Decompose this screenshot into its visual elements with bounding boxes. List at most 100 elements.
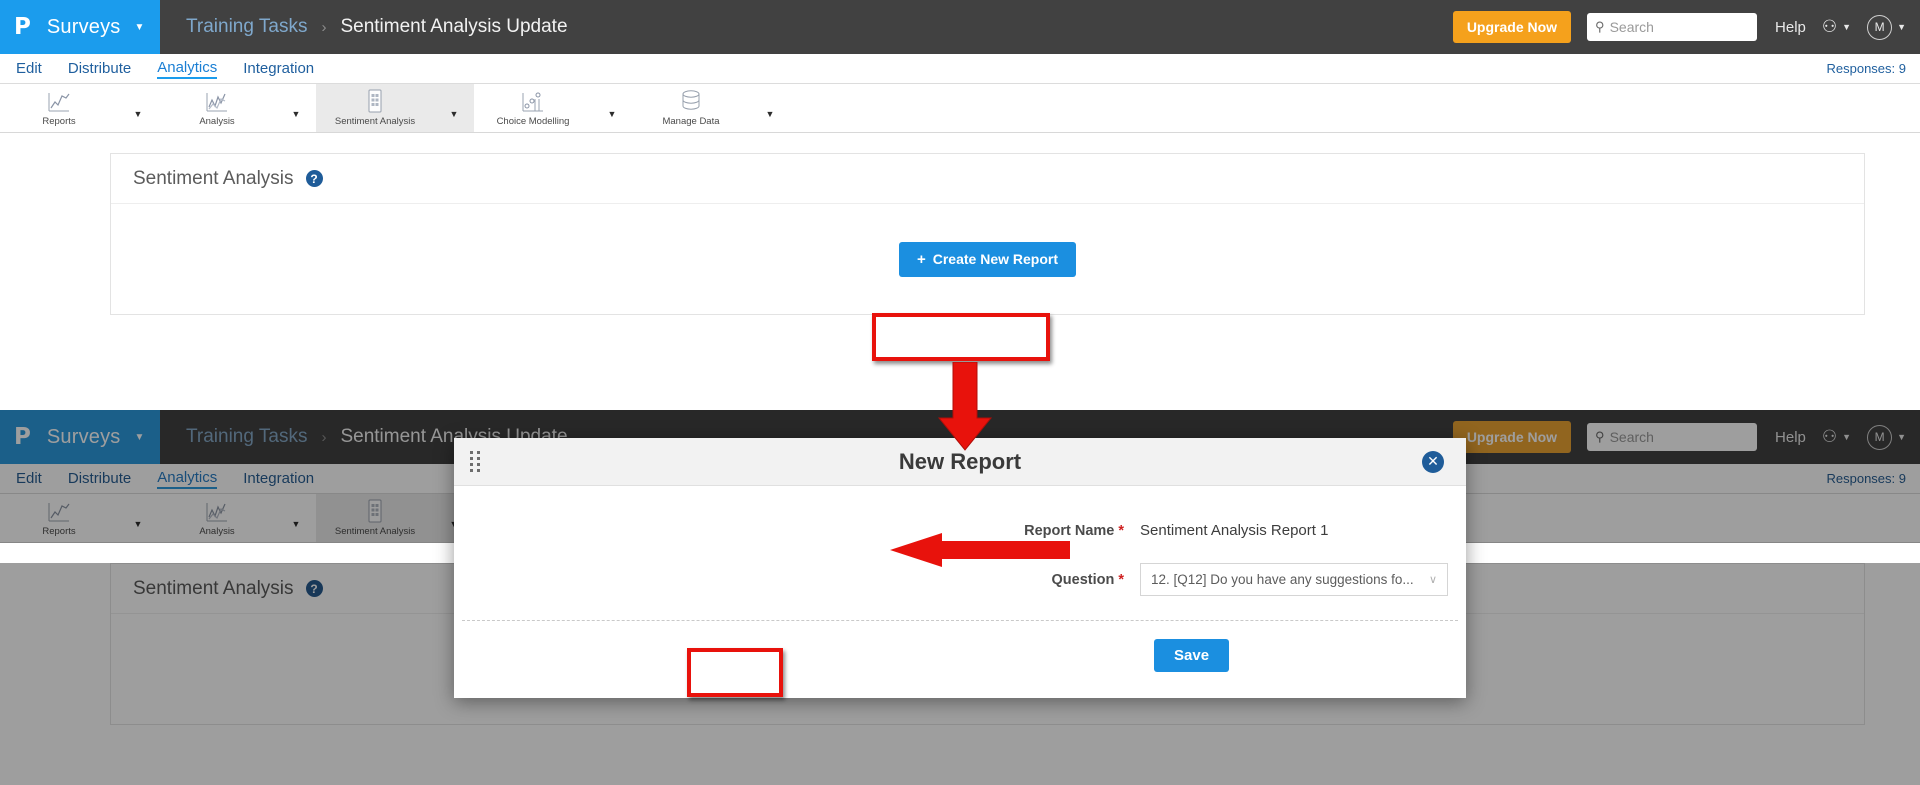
product-name-label-2: Surveys (47, 426, 121, 449)
question-select-value: 12. [Q12] Do you have any suggestions fo… (1151, 572, 1414, 587)
ribbon-label-reports: Reports (42, 116, 75, 127)
ribbon-item-sentiment-analysis[interactable]: Sentiment Analysis (316, 84, 434, 132)
responses-count-label: Responses: 9 (1827, 61, 1907, 76)
dialog-title: New Report (454, 449, 1466, 475)
flow-arrow-down (935, 362, 995, 452)
report-name-arrow (890, 533, 1070, 569)
search-input-2[interactable]: ⚲ Search (1587, 423, 1757, 451)
search-input[interactable]: ⚲ Search (1587, 13, 1757, 41)
line-chart-icon-2 (47, 499, 71, 523)
avatar-2[interactable]: M (1867, 425, 1892, 450)
panel-empty-state: + Create New Report (111, 204, 1864, 314)
ribbon-label-manage-data: Manage Data (662, 116, 719, 127)
chevron-down-icon-select: ∨ (1429, 573, 1437, 586)
breadcrumb-current-label: Sentiment Analysis Update (340, 16, 567, 38)
search-icon: ⚲ (1595, 19, 1605, 35)
sentiment-analysis-panel: Sentiment Analysis ? + Create New Report (110, 153, 1865, 315)
tab-analytics-2[interactable]: Analytics (157, 469, 217, 489)
ribbon-label-reports-2: Reports (42, 526, 75, 537)
tab-distribute[interactable]: Distribute (68, 60, 131, 78)
multi-line-chart-icon-2 (205, 499, 229, 523)
ribbon-caret-choice-modelling[interactable]: ▼ (592, 84, 632, 132)
document-grid-icon-2 (365, 499, 385, 523)
ribbon-item-analysis[interactable]: Analysis (158, 84, 276, 132)
plus-icon: + (917, 251, 926, 268)
tab-edit-2[interactable]: Edit (16, 470, 42, 488)
chevron-down-icon[interactable]: ▼ (135, 22, 145, 33)
chevron-down-icon-2[interactable]: ▼ (135, 432, 145, 443)
multi-line-chart-icon (205, 89, 229, 113)
responses-count-label-2: Responses: 9 (1827, 471, 1907, 486)
tab-edit[interactable]: Edit (16, 60, 42, 78)
notification-chevron-down-icon[interactable]: ▼ (1842, 22, 1851, 32)
help-link[interactable]: Help (1775, 19, 1806, 36)
dialog-body: Report Name* Sentiment Analysis Report 1… (454, 486, 1466, 698)
account-chevron-down-icon-2[interactable]: ▼ (1897, 432, 1906, 442)
ribbon-item-analysis-2[interactable]: Analysis (158, 494, 276, 542)
create-new-report-highlight (872, 313, 1050, 361)
product-logo-icon-2: P (14, 426, 31, 449)
ribbon-label-sentiment-analysis: Sentiment Analysis (335, 116, 415, 127)
report-name-field[interactable]: Sentiment Analysis Report 1 (1140, 522, 1328, 539)
panel-header: Sentiment Analysis ? (111, 154, 1864, 204)
breadcrumb-separator-icon-2: › (321, 429, 326, 446)
ribbon-item-manage-data[interactable]: Manage Data (632, 84, 750, 132)
ribbon-caret-analysis[interactable]: ▼ (276, 84, 316, 132)
analytics-ribbon-toolbar: Reports ▼ Analysis ▼ Sentiment Analysis … (0, 84, 1920, 133)
breadcrumb: Training Tasks › Sentiment Analysis Upda… (186, 16, 568, 38)
search-icon-2: ⚲ (1595, 429, 1605, 445)
ribbon-caret-reports[interactable]: ▼ (118, 84, 158, 132)
ribbon-caret-reports-2[interactable]: ▼ (118, 494, 158, 542)
account-chevron-down-icon[interactable]: ▼ (1897, 22, 1906, 32)
scatter-chart-icon (521, 89, 545, 113)
tab-integration[interactable]: Integration (243, 60, 314, 78)
required-asterisk-icon: * (1118, 523, 1124, 539)
avatar[interactable]: M (1867, 15, 1892, 40)
question-label-text: Question (1052, 572, 1115, 588)
page-title-2: Sentiment Analysis (133, 578, 294, 600)
breadcrumb-separator-icon: › (321, 19, 326, 36)
save-button-highlight (687, 648, 783, 697)
ribbon-item-reports-2[interactable]: Reports (0, 494, 118, 542)
create-new-report-label: Create New Report (933, 251, 1058, 267)
document-grid-icon (365, 89, 385, 113)
search-placeholder-label-2: Search (1610, 429, 1654, 445)
ribbon-caret-sentiment-analysis[interactable]: ▼ (434, 84, 474, 132)
notification-bell-icon[interactable]: ⚇ (1822, 17, 1837, 37)
help-circle-icon-2[interactable]: ? (306, 580, 323, 597)
ribbon-caret-manage-data[interactable]: ▼ (750, 84, 790, 132)
ribbon-item-reports[interactable]: Reports (0, 84, 118, 132)
notification-chevron-down-icon-2[interactable]: ▼ (1842, 432, 1851, 442)
top-bar-right-group: Upgrade Now ⚲ Search Help ⚇ ▼ M ▼ (1453, 0, 1906, 54)
close-icon[interactable]: ✕ (1422, 451, 1444, 473)
ribbon-label-sentiment-analysis-2: Sentiment Analysis (335, 526, 415, 537)
line-chart-icon (47, 89, 71, 113)
help-circle-icon[interactable]: ? (306, 170, 323, 187)
brand-area[interactable]: P Surveys ▼ (0, 0, 160, 54)
tab-distribute-2[interactable]: Distribute (68, 470, 131, 488)
question-select[interactable]: 12. [Q12] Do you have any suggestions fo… (1140, 563, 1448, 596)
search-placeholder-label: Search (1610, 19, 1654, 35)
product-name-label: Surveys (47, 16, 121, 39)
brand-area-2[interactable]: P Surveys ▼ (0, 410, 160, 464)
database-icon (680, 89, 702, 113)
question-label: Question* (454, 572, 1140, 588)
ribbon-item-choice-modelling[interactable]: Choice Modelling (474, 84, 592, 132)
ribbon-caret-analysis-2[interactable]: ▼ (276, 494, 316, 542)
product-logo-icon: P (14, 16, 31, 39)
save-button[interactable]: Save (1154, 639, 1229, 672)
create-new-report-button[interactable]: + Create New Report (899, 242, 1076, 277)
section-tab-bar: Edit Distribute Analytics Integration Re… (0, 54, 1920, 84)
tab-analytics[interactable]: Analytics (157, 59, 217, 79)
help-link-2[interactable]: Help (1775, 429, 1806, 446)
breadcrumb-parent-link[interactable]: Training Tasks (186, 16, 307, 38)
screenshot-root: P Surveys ▼ Training Tasks › Sentiment A… (0, 0, 1920, 785)
upgrade-now-button-2[interactable]: Upgrade Now (1453, 421, 1571, 453)
upgrade-now-button[interactable]: Upgrade Now (1453, 11, 1571, 43)
ribbon-item-sentiment-analysis-2[interactable]: Sentiment Analysis (316, 494, 434, 542)
notification-bell-icon-2[interactable]: ⚇ (1822, 427, 1837, 447)
breadcrumb-parent-link-2[interactable]: Training Tasks (186, 426, 307, 448)
ribbon-label-analysis: Analysis (199, 116, 234, 127)
tab-integration-2[interactable]: Integration (243, 470, 314, 488)
page-title: Sentiment Analysis (133, 168, 294, 190)
